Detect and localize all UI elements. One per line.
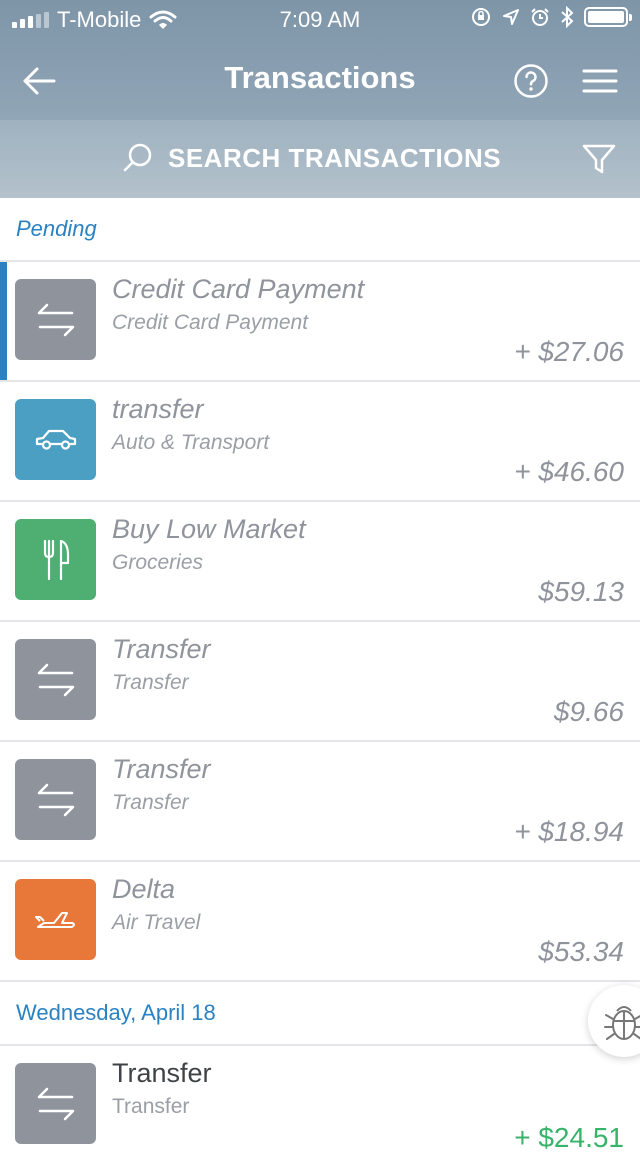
selected-indicator: [0, 262, 7, 380]
section-title: Wednesday, April 18: [16, 1000, 216, 1025]
transaction-category: Transfer: [112, 1095, 190, 1118]
category-tile: [15, 399, 96, 480]
transfer-icon: [37, 663, 74, 696]
bug-icon: [604, 1006, 640, 1040]
transaction-category: Transfer: [112, 791, 189, 814]
alarm-icon: [531, 8, 549, 26]
orientation-lock-icon: [472, 8, 490, 26]
transaction-row[interactable]: Transfer Transfer + $18.94: [0, 742, 640, 862]
search-icon: [123, 143, 152, 172]
filter-icon: [582, 144, 616, 174]
status-bar: T-Mobile 7:09 AM: [0, 0, 640, 40]
transaction-amount: $9.66: [553, 696, 624, 727]
transaction-amount: + $46.60: [514, 456, 624, 487]
transaction-row[interactable]: transfer Auto & Transport + $46.60: [0, 382, 640, 502]
search-label: SEARCH TRANSACTIONS: [168, 142, 502, 173]
category-tile: [15, 759, 96, 840]
category-tile: [15, 879, 96, 960]
search-bar[interactable]: SEARCH TRANSACTIONS: [0, 120, 640, 198]
transaction-name: Credit Card Payment: [112, 274, 365, 304]
transaction-category: Credit Card Payment: [112, 311, 309, 334]
header-area: T-Mobile 7:09 AM Transactions SEARCH TRA…: [0, 0, 640, 198]
transfer-icon: [37, 783, 74, 816]
transaction-amount: + $24.51: [514, 1122, 624, 1153]
transfer-icon: [37, 1087, 74, 1120]
location-icon: [503, 9, 519, 25]
battery-level: [588, 11, 624, 23]
help-icon: [514, 64, 548, 98]
transaction-name: Buy Low Market: [112, 514, 306, 544]
category-tile: [15, 639, 96, 720]
filter-button[interactable]: [580, 140, 618, 178]
transaction-row[interactable]: Credit Card Payment Credit Card Payment …: [0, 262, 640, 382]
transaction-amount: $53.34: [538, 936, 624, 967]
navigation-bar: Transactions: [0, 40, 640, 120]
section-title: Pending: [16, 216, 97, 241]
fork-knife-icon: [43, 539, 69, 580]
transaction-name: Transfer: [112, 754, 211, 784]
category-tile: [15, 1063, 96, 1144]
transaction-row[interactable]: Transfer Transfer + $24.51: [0, 1046, 640, 1166]
airplane-icon: [34, 911, 75, 928]
battery-icon: [584, 7, 632, 27]
transaction-category: Auto & Transport: [112, 431, 270, 454]
transaction-category: Groceries: [112, 551, 204, 574]
transaction-name: Transfer: [112, 1058, 212, 1088]
section-header-pending: Pending: [0, 198, 640, 262]
transaction-amount: + $18.94: [514, 816, 624, 847]
bluetooth-icon: [561, 6, 574, 28]
transaction-category: Transfer: [112, 671, 189, 694]
transaction-row[interactable]: Transfer Transfer $9.66: [0, 622, 640, 742]
status-right-icons: [470, 6, 632, 28]
transaction-amount: + $27.06: [514, 336, 624, 367]
transaction-name: transfer: [112, 394, 204, 424]
search-field[interactable]: SEARCH TRANSACTIONS: [122, 142, 501, 174]
transaction-name: Delta: [112, 874, 176, 904]
section-header-date: Wednesday, April 18: [0, 982, 640, 1046]
transaction-amount: $59.13: [538, 576, 624, 607]
transaction-row[interactable]: Buy Low Market Groceries $59.13: [0, 502, 640, 622]
car-icon: [35, 429, 76, 450]
transfer-icon: [37, 303, 74, 336]
transaction-name: Transfer: [112, 634, 211, 664]
hamburger-menu-icon: [582, 69, 618, 93]
transaction-category: Air Travel: [112, 911, 201, 934]
help-button[interactable]: [512, 62, 550, 100]
category-tile: [15, 279, 96, 360]
transaction-row[interactable]: Delta Air Travel $53.34: [0, 862, 640, 982]
category-tile: [15, 519, 96, 600]
menu-button[interactable]: [580, 64, 620, 98]
